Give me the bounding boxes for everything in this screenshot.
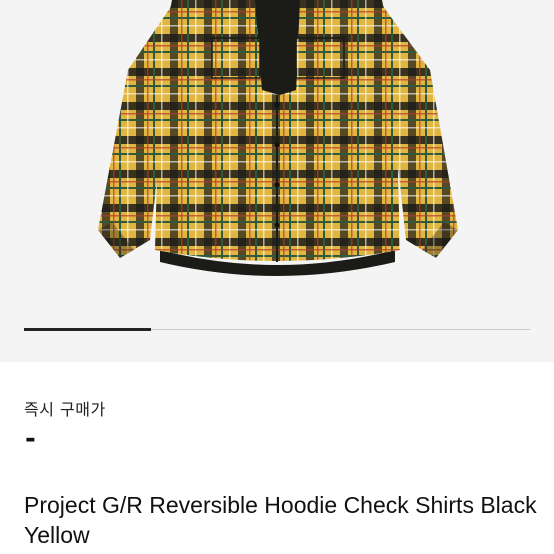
instant-price-label: 즉시 구매가 [24,400,106,419]
product-title: Project G/R Reversible Hoodie Check Shir… [24,492,537,548]
product-image-area[interactable] [0,0,554,362]
instant-price-value: - [25,424,36,454]
gallery-progress-indicator [24,328,151,331]
product-image[interactable] [0,0,554,300]
gallery-progress-track [24,328,530,331]
